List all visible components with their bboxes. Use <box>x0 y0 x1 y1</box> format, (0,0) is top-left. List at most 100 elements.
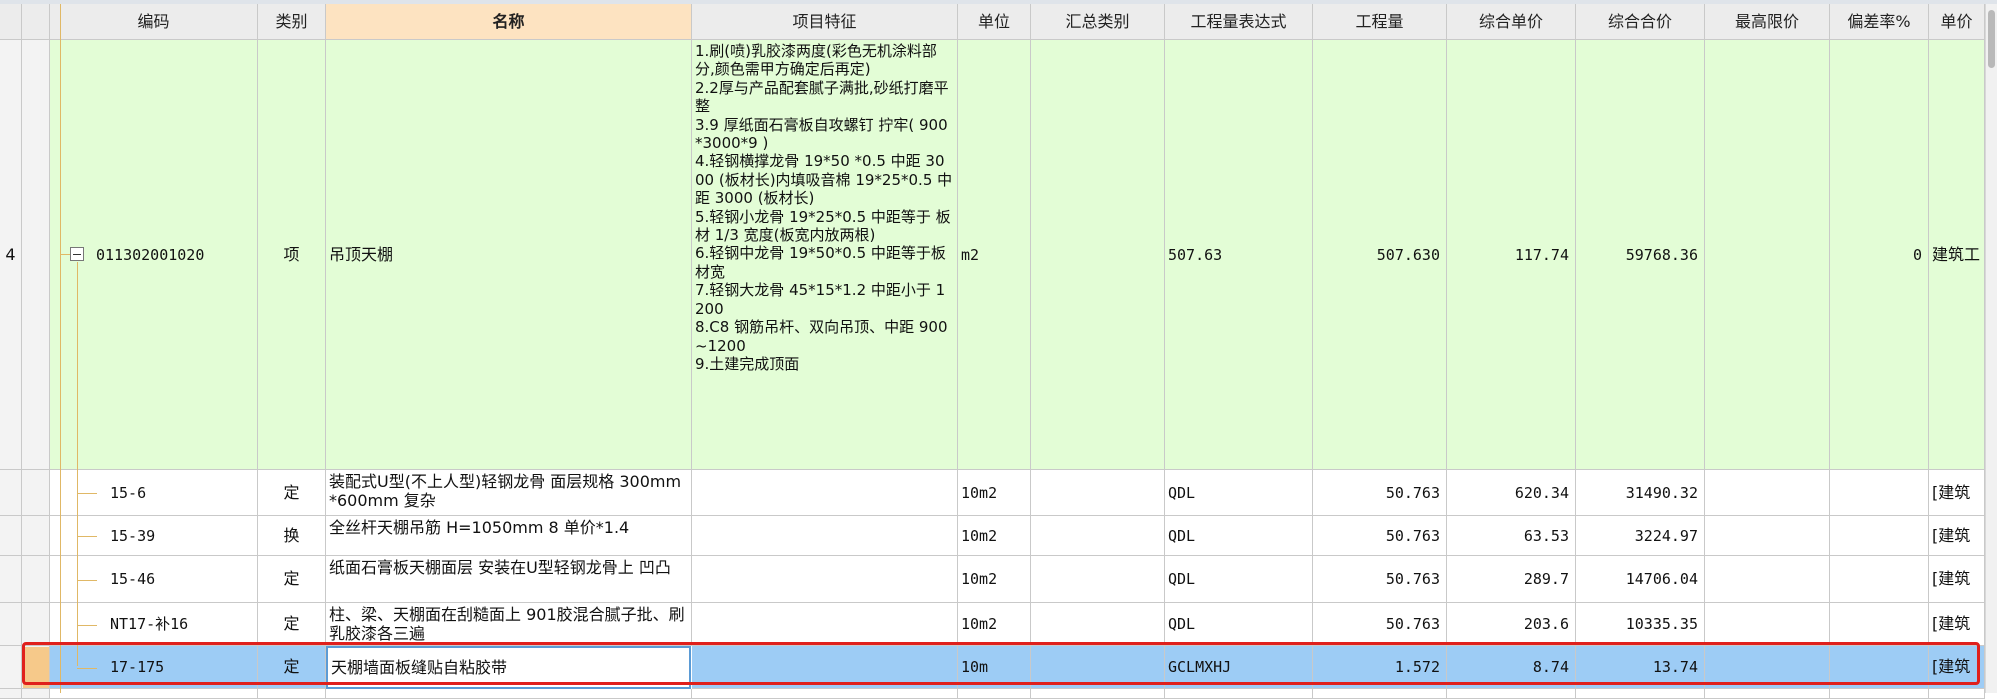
parent-max-price-cell[interactable] <box>1705 40 1830 470</box>
row-max-price-cell[interactable] <box>1705 516 1830 556</box>
row-name-cell[interactable]: 全丝杆天棚吊筋 H=1050mm 8 单价*1.4 <box>326 516 692 556</box>
row-features-cell[interactable] <box>692 603 958 646</box>
row-name-cell[interactable]: 柱、梁、天棚面在刮糙面上 901胶混合腻子批、刷乳胶漆各三遍 <box>326 603 692 646</box>
next-row-cell <box>1165 689 1313 699</box>
row-category-cell[interactable]: 定 <box>258 603 326 646</box>
row-name-cell[interactable]: 天棚墙面板缝贴自粘胶带 <box>326 646 691 689</box>
row-quantity-cell[interactable]: 50.763 <box>1313 470 1447 516</box>
bill-of-quantities-grid[interactable]: 编码 类别 名称 项目特征 单位 汇总类别 工程量表达式 工程量 综合单价 综合合价 最高限价 偏差率… <box>0 4 1985 699</box>
row-deviation-rate-cell[interactable] <box>1830 556 1929 603</box>
row-features-cell[interactable] <box>692 470 958 516</box>
header-quantity-expression-column[interactable]: 工程量表达式 <box>1165 4 1313 40</box>
row-quantity-expression-cell[interactable]: QDL <box>1165 470 1313 516</box>
parent-unit-cell[interactable]: m2 <box>958 40 1031 470</box>
row-total-price-cell[interactable]: 10335.35 <box>1576 603 1705 646</box>
row-total-price-cell[interactable]: 3224.97 <box>1576 516 1705 556</box>
row-name-cell[interactable]: 装配式U型(不上人型)轻钢龙骨 面层规格 300mm*600mm 复杂 <box>326 470 692 516</box>
row-max-price-cell[interactable] <box>1705 556 1830 603</box>
row-price-spec-cell[interactable]: [建筑 <box>1929 603 1985 646</box>
row-total-price-cell[interactable]: 31490.32 <box>1576 470 1705 516</box>
header-unit-column[interactable]: 单位 <box>958 4 1031 40</box>
row-category-cell[interactable]: 换 <box>258 516 326 556</box>
parent-price-spec-cell[interactable]: 建筑工 <box>1929 40 1985 470</box>
tree-branch <box>77 668 97 669</box>
row-row-index <box>0 603 22 646</box>
row-summary-category-cell[interactable] <box>1031 516 1165 556</box>
row-quantity-cell[interactable]: 50.763 <box>1313 516 1447 556</box>
next-row-cell <box>1830 689 1929 699</box>
row-quantity-expression-cell[interactable]: GCLMXHJ <box>1165 646 1313 689</box>
parent-name-cell[interactable]: 吊顶天棚 <box>326 40 692 470</box>
row-summary-category-cell[interactable] <box>1031 556 1165 603</box>
row-quantity-cell[interactable]: 50.763 <box>1313 556 1447 603</box>
row-unit-cell[interactable]: 10m2 <box>958 603 1031 646</box>
row-total-price-cell[interactable]: 14706.04 <box>1576 556 1705 603</box>
parent-category-cell[interactable]: 项 <box>258 40 326 470</box>
header-features-column[interactable]: 项目特征 <box>692 4 958 40</box>
header-code-column[interactable]: 编码 <box>50 4 258 40</box>
row-category-cell[interactable]: 定 <box>258 646 326 689</box>
header-summary-category-column[interactable]: 汇总类别 <box>1031 4 1165 40</box>
header-quantity-column[interactable]: 工程量 <box>1313 4 1447 40</box>
row-tree-gutter <box>22 603 50 646</box>
row-price-spec-cell[interactable]: [建筑 <box>1929 556 1985 603</box>
row-max-price-cell[interactable] <box>1705 646 1830 689</box>
row-total-price-cell[interactable]: 13.74 <box>1576 646 1705 689</box>
row-row-index <box>0 470 22 516</box>
row-summary-category-cell[interactable] <box>1031 646 1165 689</box>
row-quantity-cell[interactable]: 1.572 <box>1313 646 1447 689</box>
row-unit-price-cell[interactable]: 63.53 <box>1447 516 1576 556</box>
row-deviation-rate-cell[interactable] <box>1830 603 1929 646</box>
row-unit-cell[interactable]: 10m2 <box>958 556 1031 603</box>
header-total-price-column[interactable]: 综合合价 <box>1576 4 1705 40</box>
parent-unit-price-cell[interactable]: 117.74 <box>1447 40 1576 470</box>
header-tree-gutter-column[interactable] <box>22 4 50 40</box>
scrollbar-thumb[interactable] <box>1988 10 1995 68</box>
row-deviation-rate-cell[interactable] <box>1830 470 1929 516</box>
row-features-cell[interactable] <box>692 516 958 556</box>
row-unit-cell[interactable]: 10m2 <box>958 516 1031 556</box>
row-category-cell[interactable]: 定 <box>258 470 326 516</box>
parent-total-price-cell[interactable]: 59768.36 <box>1576 40 1705 470</box>
row-price-spec-cell[interactable]: [建筑 <box>1929 470 1985 516</box>
header-price-spec-column[interactable]: 单价 <box>1929 4 1985 40</box>
row-unit-price-cell[interactable]: 289.7 <box>1447 556 1576 603</box>
row-deviation-rate-cell[interactable] <box>1830 646 1929 689</box>
row-unit-cell[interactable]: 10m <box>958 646 1031 689</box>
row-category-cell[interactable]: 定 <box>258 556 326 603</box>
header-unit-price-column[interactable]: 综合单价 <box>1447 4 1576 40</box>
row-max-price-cell[interactable] <box>1705 470 1830 516</box>
row-quantity-cell[interactable]: 50.763 <box>1313 603 1447 646</box>
next-row-cell <box>1705 689 1830 699</box>
collapse-toggle-icon[interactable] <box>70 247 84 261</box>
row-features-cell[interactable] <box>692 556 958 603</box>
header-row-number-column[interactable] <box>0 4 22 40</box>
parent-quantity-expression-cell[interactable]: 507.63 <box>1165 40 1313 470</box>
row-quantity-expression-cell[interactable]: QDL <box>1165 516 1313 556</box>
row-price-spec-cell[interactable]: [建筑 <box>1929 646 1985 689</box>
row-summary-category-cell[interactable] <box>1031 470 1165 516</box>
row-unit-price-cell[interactable]: 620.34 <box>1447 470 1576 516</box>
header-category-column[interactable]: 类别 <box>258 4 326 40</box>
parent-summary-category-cell[interactable] <box>1031 40 1165 470</box>
parent-quantity-cell[interactable]: 507.630 <box>1313 40 1447 470</box>
row-name-cell[interactable]: 纸面石膏板天棚面层 安装在U型轻钢龙骨上 凹凸 <box>326 556 692 603</box>
row-price-spec-cell[interactable]: [建筑 <box>1929 516 1985 556</box>
row-max-price-cell[interactable] <box>1705 603 1830 646</box>
header-name-column[interactable]: 名称 <box>326 4 692 40</box>
header-deviation-rate-column[interactable]: 偏差率% <box>1830 4 1929 40</box>
row-summary-category-cell[interactable] <box>1031 603 1165 646</box>
parent-row-index: 4 <box>0 40 22 470</box>
row-unit-price-cell[interactable]: 203.6 <box>1447 603 1576 646</box>
parent-features-cell[interactable]: 1.刷(喷)乳胶漆两度(彩色无机涂料部分,颜色需甲方确定后再定) 2.2厚与产品… <box>692 40 958 470</box>
header-max-price-column[interactable]: 最高限价 <box>1705 4 1830 40</box>
vertical-scrollbar[interactable] <box>1985 4 1997 693</box>
row-quantity-expression-cell[interactable]: QDL <box>1165 603 1313 646</box>
row-quantity-expression-cell[interactable]: QDL <box>1165 556 1313 603</box>
parent-deviation-rate-cell[interactable]: 0 <box>1830 40 1929 470</box>
row-features-cell[interactable] <box>692 646 958 689</box>
row-unit-price-cell[interactable]: 8.74 <box>1447 646 1576 689</box>
row-unit-cell[interactable]: 10m2 <box>958 470 1031 516</box>
row-deviation-rate-cell[interactable] <box>1830 516 1929 556</box>
selected-row-marker <box>23 647 49 688</box>
